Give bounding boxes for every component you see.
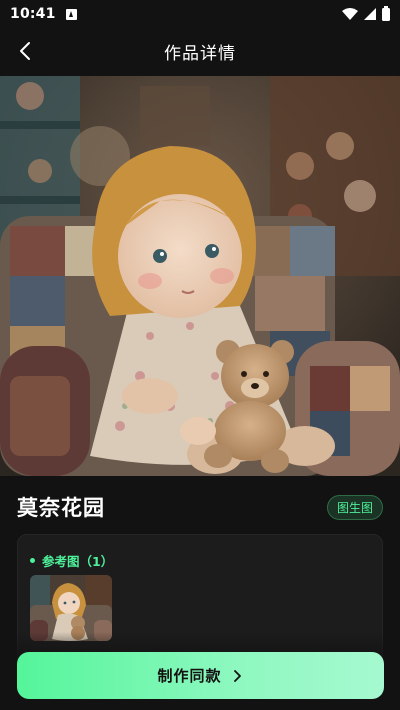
status-bar: 10:41: [0, 0, 400, 28]
make-same-label: 制作同款: [157, 667, 222, 685]
dot-icon: [30, 558, 35, 563]
status-icons: [342, 5, 390, 21]
back-button[interactable]: [10, 36, 40, 66]
app-notification-icon: [65, 8, 77, 20]
header: 作品详情: [0, 28, 400, 74]
artwork-image[interactable]: [0, 76, 400, 476]
type-badge: 图生图: [326, 494, 383, 520]
reference-label-text: 参考图（1）: [42, 554, 114, 569]
wifi-icon: [342, 8, 358, 20]
chevron-right-icon: [233, 669, 241, 682]
battery-icon: [382, 5, 390, 21]
make-same-button[interactable]: 制作同款: [17, 652, 384, 699]
page-title: 作品详情: [164, 43, 236, 64]
signal-icon: [364, 8, 376, 20]
chevron-left-icon: [20, 42, 30, 60]
work-name: 莫奈花园: [17, 496, 105, 520]
status-time: 10:41: [10, 6, 56, 22]
doll-illustration: [0, 76, 400, 476]
work-title-row: 莫奈花园 图生图: [17, 492, 383, 522]
reference-label: 参考图（1）: [30, 551, 113, 570]
